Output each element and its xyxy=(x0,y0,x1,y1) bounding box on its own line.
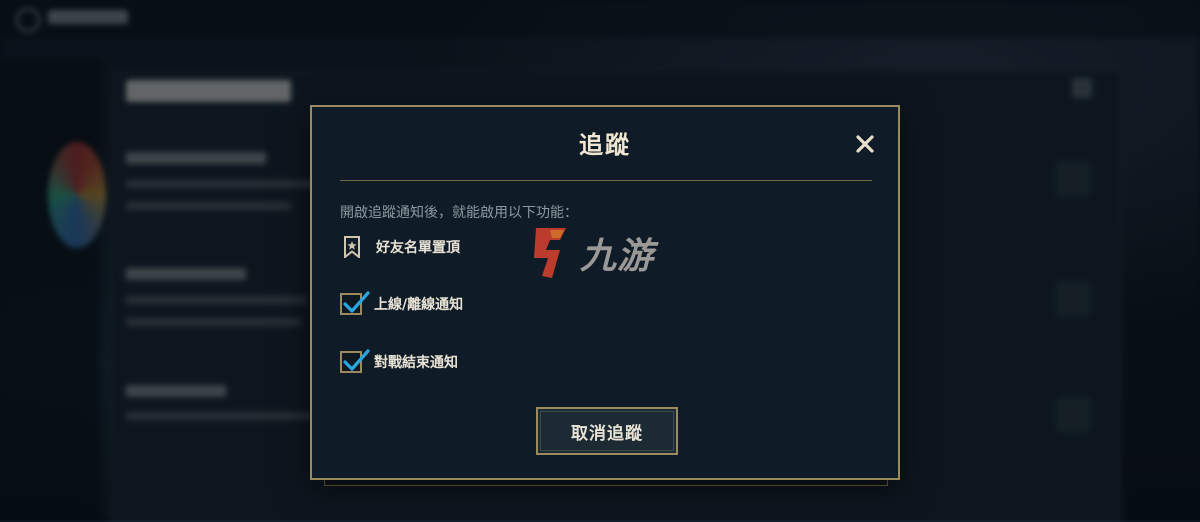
feature-label: 好友名單置頂 xyxy=(376,240,460,256)
title-divider xyxy=(340,180,872,181)
close-icon[interactable] xyxy=(852,131,878,157)
watermark: 九游 xyxy=(530,224,654,282)
checkmark-icon xyxy=(343,291,370,313)
watermark-text: 九游 xyxy=(580,236,655,277)
follow-dialog: 追蹤 開啟追蹤通知後，就能啟用以下功能： 好友名單置頂 上線/離線通知 對戰結束… xyxy=(310,105,900,480)
feature-online-notify[interactable]: 上線/離線通知 xyxy=(340,291,464,315)
checkmark-icon xyxy=(343,349,370,371)
feature-pin-friends: 好友名單置頂 xyxy=(340,235,460,259)
online-notify-checkbox[interactable] xyxy=(340,291,370,315)
feature-label: 對戰結束通知 xyxy=(374,355,458,371)
unfollow-button[interactable]: 取消追蹤 xyxy=(536,407,678,455)
unfollow-button-label: 取消追蹤 xyxy=(571,423,643,444)
nine-game-logo-icon xyxy=(534,228,566,278)
match-end-notify-checkbox[interactable] xyxy=(340,349,370,373)
feature-label: 上線/離線通知 xyxy=(374,297,464,313)
feature-match-end-notify[interactable]: 對戰結束通知 xyxy=(340,349,458,373)
intro-text: 開啟追蹤通知後，就能啟用以下功能： xyxy=(340,205,578,221)
dialog-title: 追蹤 xyxy=(579,131,631,159)
bookmark-star-icon xyxy=(340,235,364,259)
